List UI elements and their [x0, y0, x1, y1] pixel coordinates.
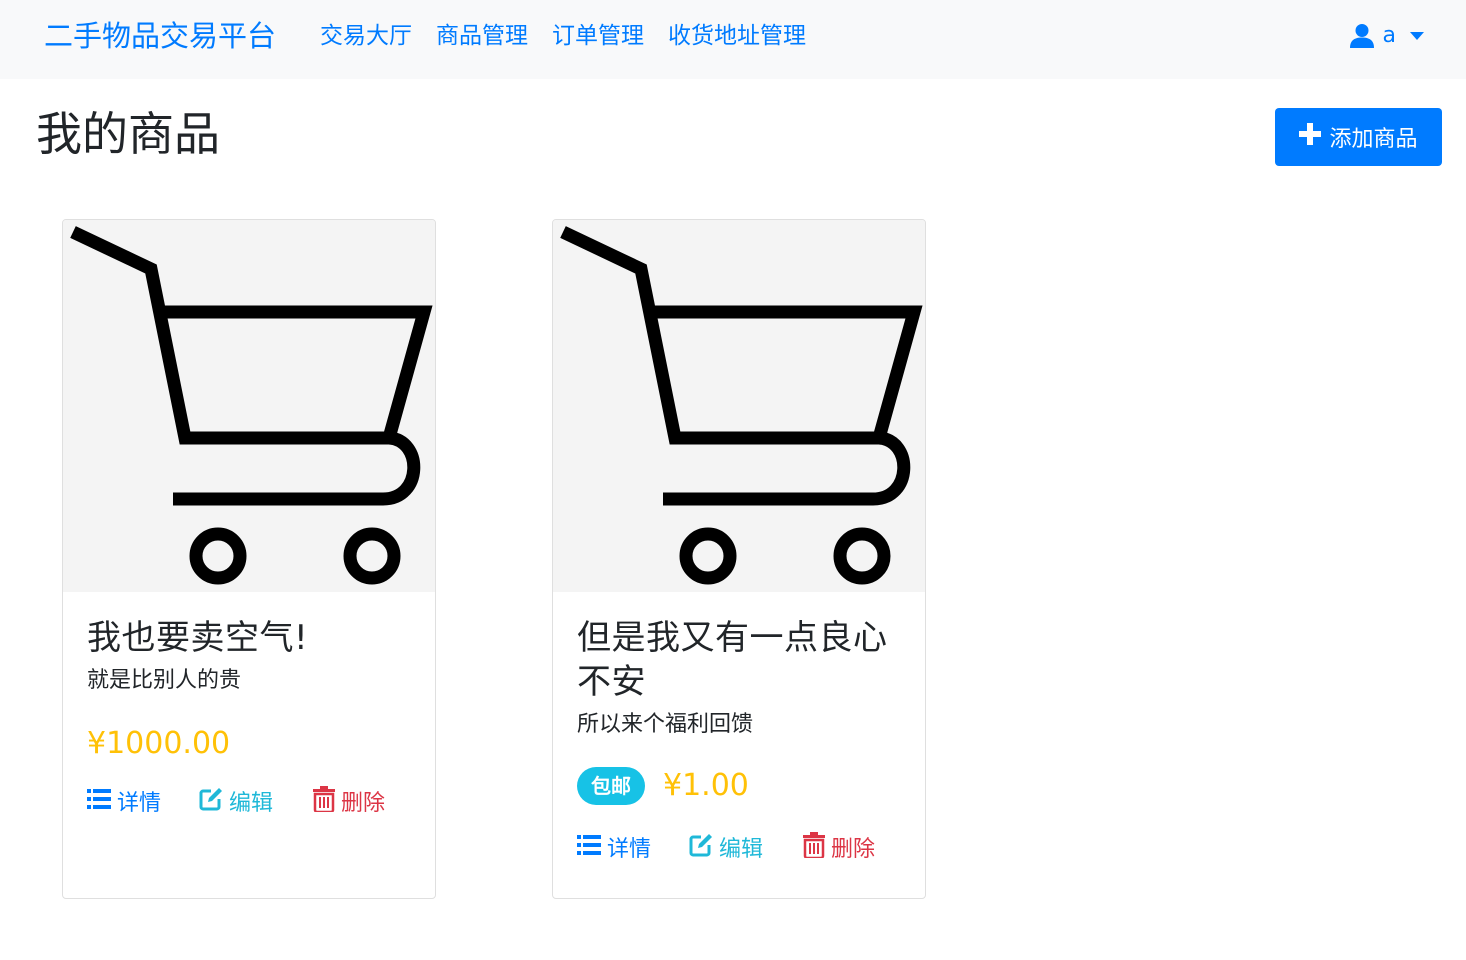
user-icon [1349, 23, 1375, 49]
delete-link[interactable]: 删除 [313, 786, 385, 821]
username: a [1382, 23, 1396, 48]
edit-icon [689, 833, 713, 866]
edit-label: 编辑 [229, 790, 274, 816]
add-product-button[interactable]: 添加商品 [1275, 108, 1442, 166]
trash-icon [313, 786, 336, 821]
delete-label: 删除 [831, 836, 876, 862]
product-description: 所以来个福利回馈 [577, 712, 754, 737]
detail-link[interactable]: 详情 [87, 786, 161, 821]
product-actions: 详情 编辑 删除 [87, 786, 411, 821]
cart-icon [553, 220, 925, 592]
brand-link[interactable]: 二手物品交易平台 [44, 16, 276, 56]
product-title: 我也要卖空气! [87, 618, 309, 658]
nav-link-trading-hall[interactable]: 交易大厅 [320, 20, 412, 52]
delete-label: 删除 [341, 790, 386, 816]
nav-link-address-management[interactable]: 收货地址管理 [668, 20, 806, 52]
trash-icon [803, 832, 826, 867]
detail-label: 详情 [607, 836, 652, 862]
caret-down-icon [1410, 32, 1424, 40]
product-price: ¥1000.00 [87, 726, 231, 761]
product-price: ¥1.00 [663, 768, 749, 803]
edit-label: 编辑 [719, 836, 764, 862]
add-product-label: 添加商品 [1329, 127, 1418, 152]
product-card: 我也要卖空气! 就是比别人的贵 ¥1000.00 详情 编辑 删除 [62, 219, 436, 899]
price-row: 包邮 ¥1.00 [577, 766, 901, 806]
product-description: 就是比别人的贵 [87, 668, 242, 693]
plus-icon [1299, 123, 1322, 151]
page-title: 我的商品 [36, 107, 220, 161]
edit-link[interactable]: 编辑 [689, 832, 763, 867]
free-shipping-badge: 包邮 [577, 767, 645, 805]
detail-label: 详情 [117, 790, 162, 816]
price-row: ¥1000.00 [87, 724, 411, 764]
navbar: 二手物品交易平台 交易大厅 商品管理 订单管理 收货地址管理 a [0, 0, 1466, 79]
nav-link-order-management[interactable]: 订单管理 [552, 20, 644, 52]
product-title: 但是我又有一点良心不安 [577, 618, 888, 702]
edit-link[interactable]: 编辑 [199, 786, 273, 821]
delete-link[interactable]: 删除 [803, 832, 875, 867]
user-menu-dropdown[interactable]: a [1349, 21, 1424, 51]
nav-link-product-management[interactable]: 商品管理 [436, 20, 528, 52]
edit-icon [199, 787, 223, 820]
list-icon [577, 834, 601, 865]
cart-icon [63, 220, 435, 592]
detail-link[interactable]: 详情 [577, 832, 651, 867]
list-icon [87, 788, 111, 819]
product-card: 但是我又有一点良心不安 所以来个福利回馈 包邮 ¥1.00 详情 编辑 删除 [552, 219, 926, 899]
product-actions: 详情 编辑 删除 [577, 832, 901, 867]
nav-links: 交易大厅 商品管理 订单管理 收货地址管理 [320, 20, 806, 52]
